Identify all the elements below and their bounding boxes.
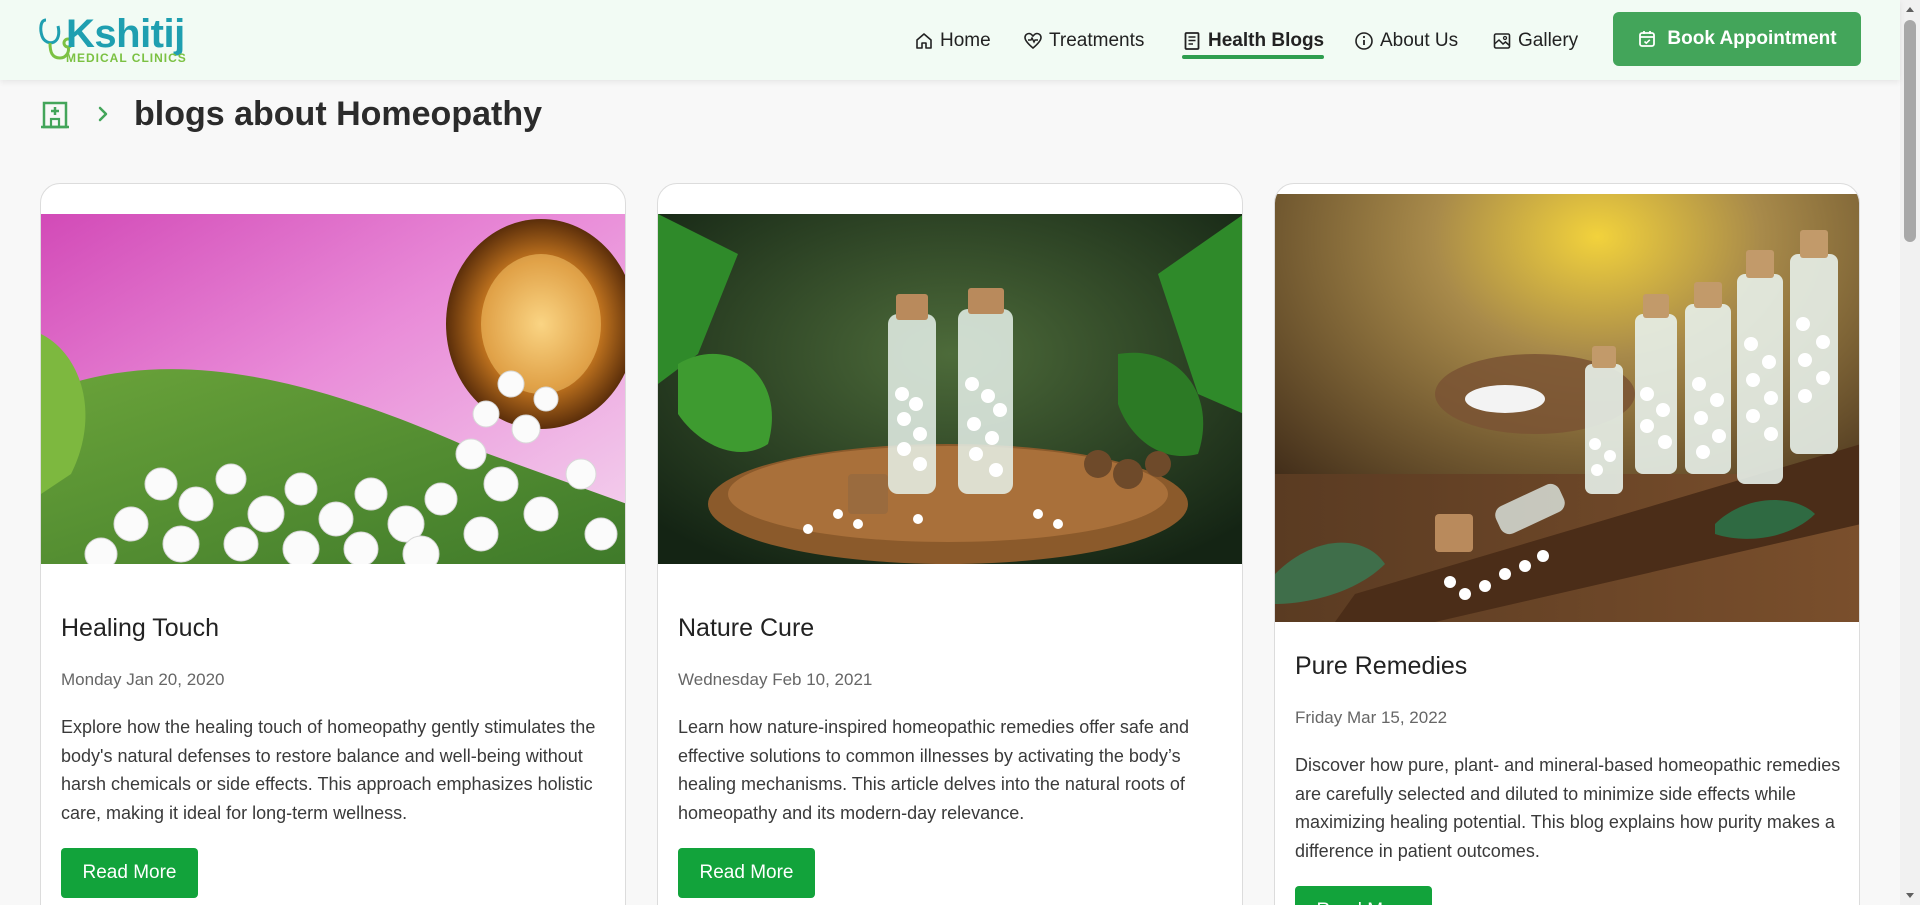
blog-card-title: Pure Remedies	[1295, 652, 1468, 680]
book-appointment-label: Book Appointment	[1667, 28, 1837, 49]
info-icon	[1355, 32, 1373, 50]
blog-icon	[1184, 32, 1200, 50]
blog-card-excerpt: Learn how nature-inspired homeopathic re…	[678, 717, 1189, 823]
blog-card-excerpt: Explore how the healing touch of homeopa…	[61, 717, 596, 823]
homeopathy-pills-image	[41, 214, 625, 564]
blog-card-excerpt: Discover how pure, plant- and mineral-ba…	[1295, 755, 1841, 861]
brand-name: Kshitij	[66, 12, 185, 56]
homeopathy-bottles-image	[658, 214, 1242, 564]
blog-card-date: Monday Jan 20, 2020	[61, 670, 225, 689]
book-appointment-button[interactable]: Book Appointment	[1613, 12, 1861, 66]
gallery-icon	[1493, 33, 1511, 49]
blog-card-title: Nature Cure	[678, 614, 815, 642]
nav-home[interactable]: Home	[914, 26, 991, 56]
scrollbar-thumb[interactable]	[1904, 20, 1916, 242]
scroll-up-arrow-icon[interactable]	[1900, 0, 1920, 18]
read-more-button[interactable]: Read More	[61, 848, 198, 898]
nav-about-us[interactable]: About Us	[1354, 26, 1458, 56]
page-scrollbar[interactable]	[1900, 0, 1920, 905]
nav-health-blogs[interactable]: Health Blogs	[1182, 26, 1325, 59]
nav-treatments-label: Treatments	[1049, 30, 1145, 51]
blog-card: Healing Touch Monday Jan 20, 2020 Explor…	[40, 183, 626, 905]
blog-card-title: Healing Touch	[61, 614, 219, 642]
nav-gallery[interactable]: Gallery	[1492, 26, 1578, 56]
nav-health-blogs-label: Health Blogs	[1208, 30, 1325, 51]
page-title: blogs about Homeopathy	[134, 94, 542, 133]
calendar-icon	[1639, 31, 1656, 47]
home-icon	[916, 33, 932, 49]
blog-card-image	[658, 214, 1242, 564]
scroll-down-arrow-icon[interactable]	[1900, 887, 1920, 905]
site-header: Kshitij MEDICAL CLINICS Home Treatments …	[0, 0, 1900, 80]
nav-home-label: Home	[940, 30, 991, 51]
blog-card: Pure Remedies Friday Mar 15, 2022 Discov…	[1274, 183, 1860, 905]
blog-card: Nature Cure Wednesday Feb 10, 2021 Learn…	[657, 183, 1243, 905]
read-more-button[interactable]: Read More	[1295, 886, 1432, 905]
blog-card-date: Wednesday Feb 10, 2021	[678, 670, 873, 689]
blog-card-image	[41, 214, 625, 564]
chevron-right-icon	[98, 106, 108, 122]
homeopathy-remedies-image	[1275, 194, 1859, 622]
blog-card-date: Friday Mar 15, 2022	[1295, 708, 1448, 727]
nav-treatments[interactable]: Treatments	[1023, 26, 1144, 56]
nav-about-us-label: About Us	[1380, 30, 1459, 51]
nav-gallery-label: Gallery	[1518, 30, 1579, 51]
read-more-button[interactable]: Read More	[678, 848, 815, 898]
breadcrumb: blogs about Homeopathy	[40, 92, 542, 136]
blog-card-image	[1275, 194, 1859, 622]
heart-pulse-icon	[1024, 32, 1042, 50]
brand-tagline: MEDICAL CLINICS	[66, 51, 187, 65]
brand-logo[interactable]: Kshitij MEDICAL CLINICS	[38, 12, 198, 68]
clinic-building-icon[interactable]	[40, 99, 70, 129]
